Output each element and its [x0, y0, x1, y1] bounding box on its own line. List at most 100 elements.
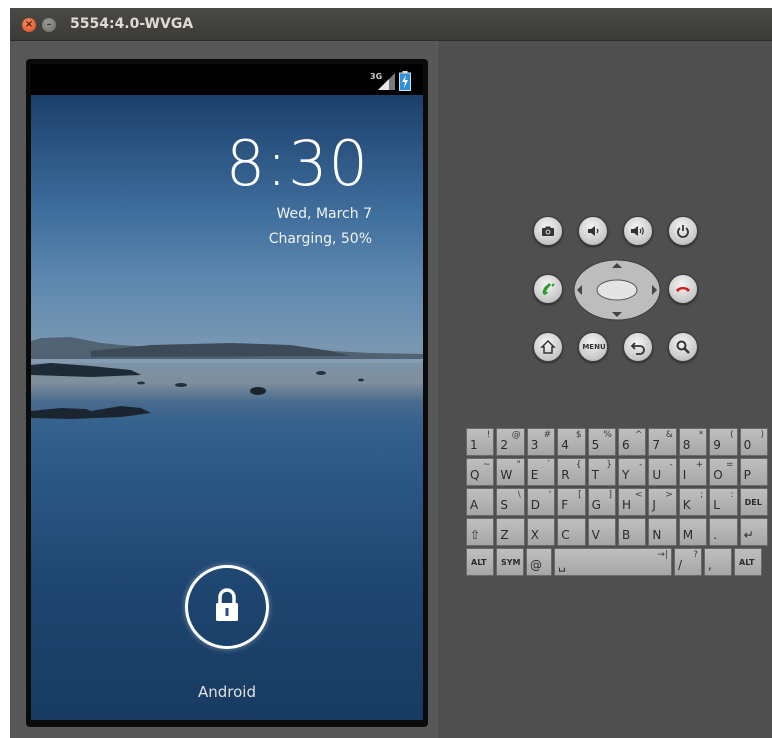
- emulator-controls-panel: MENU 1! 2 @3 #4 $5% 6 ^ 7 & 8 * 9(0) Q ~ W " E ` R{T} Y - U -…: [437, 41, 772, 738]
- key-row1-2[interactable]: 3 #: [526, 428, 556, 456]
- call-button[interactable]: [533, 274, 563, 304]
- key-alt-label: ): [760, 430, 764, 440]
- window-title: 5554:4.0-WVGA: [70, 16, 194, 32]
- back-button[interactable]: [623, 332, 653, 362]
- key-row4-2[interactable]: X: [526, 518, 556, 546]
- key-row4-9[interactable]: ↵: [739, 518, 768, 546]
- key-alt-label: @: [511, 430, 521, 440]
- key-row5-1[interactable]: SYM: [496, 548, 524, 576]
- lock-icon: [216, 588, 238, 621]
- key-label: 2: [500, 438, 509, 452]
- key-row1-7[interactable]: 8 *: [678, 428, 708, 456]
- key-row4-8[interactable]: .: [709, 518, 738, 546]
- key-row4-4[interactable]: V: [587, 518, 616, 546]
- key-row3-6[interactable]: J >: [648, 488, 677, 516]
- key-row4-1[interactable]: Z: [496, 518, 525, 546]
- home-button[interactable]: [533, 332, 563, 362]
- key-label: J: [652, 498, 656, 512]
- key-row2-8[interactable]: O =: [709, 458, 738, 486]
- key-row3-0[interactable]: A: [466, 488, 495, 516]
- key-label: I: [682, 468, 687, 482]
- power-button[interactable]: [668, 216, 698, 246]
- key-label: 1: [470, 438, 478, 452]
- key-row1-1[interactable]: 2 @: [496, 428, 525, 456]
- key-label: Y: [622, 468, 630, 482]
- key-row3-2[interactable]: D ': [526, 488, 556, 516]
- key-row4-7[interactable]: M: [678, 518, 708, 546]
- key-row2-0[interactable]: Q ~: [466, 458, 495, 486]
- key-label: D: [530, 498, 541, 512]
- unlock-handle[interactable]: [185, 565, 269, 649]
- volume-down-button[interactable]: [578, 216, 608, 246]
- key-label: /: [678, 558, 683, 572]
- key-row3-9[interactable]: DEL: [739, 488, 768, 516]
- key-row3-7[interactable]: K;: [678, 488, 708, 516]
- key-row1-3[interactable]: 4 $: [557, 428, 586, 456]
- key-alt-label: $: [575, 430, 582, 440]
- key-row3-5[interactable]: H <: [618, 488, 647, 516]
- key-row2-7[interactable]: I +: [678, 458, 708, 486]
- key-label: ALT: [739, 558, 755, 567]
- key-alt-label: {: [575, 460, 582, 470]
- key-label: B: [622, 528, 631, 542]
- key-row4-5[interactable]: B: [618, 518, 647, 546]
- lock-clock: 8:30: [225, 127, 369, 200]
- key-row3-3[interactable]: F[: [557, 488, 586, 516]
- key-alt-label: (: [730, 430, 734, 440]
- key-row4-3[interactable]: C: [557, 518, 586, 546]
- key-row3-4[interactable]: G]: [587, 488, 616, 516]
- key-row5-6[interactable]: ALT: [734, 548, 762, 576]
- close-window-button[interactable]: ×: [22, 18, 36, 32]
- key-row2-9[interactable]: P: [739, 458, 768, 486]
- lock-screen[interactable]: 8:30 Wed, March 7 Charging, 50% Android: [31, 95, 423, 720]
- volume-down-icon: [588, 226, 599, 236]
- key-row3-8[interactable]: L:: [709, 488, 738, 516]
- charging-status: Charging, 50%: [268, 231, 372, 247]
- key-label: O: [713, 468, 723, 482]
- key-row2-3[interactable]: R{: [557, 458, 586, 486]
- key-label: S: [500, 498, 509, 512]
- menu-button[interactable]: MENU: [578, 332, 608, 362]
- key-alt-label: -: [639, 460, 643, 470]
- camera-button[interactable]: [533, 216, 563, 246]
- key-label: E: [530, 468, 539, 482]
- key-alt-label: <: [634, 490, 643, 500]
- key-row1-0[interactable]: 1!: [466, 428, 495, 456]
- key-label: ⇧: [470, 528, 481, 542]
- wallpaper-landscape: [31, 337, 423, 419]
- search-button[interactable]: [668, 332, 698, 362]
- key-label: 3: [530, 438, 539, 452]
- back-icon: [630, 342, 645, 355]
- key-row4-0[interactable]: ⇧: [466, 518, 495, 546]
- end-call-button[interactable]: [668, 274, 698, 304]
- key-row5-3[interactable]: ␣ →|: [554, 548, 672, 576]
- key-alt-label: `: [546, 460, 552, 470]
- key-row3-1[interactable]: S \: [496, 488, 525, 516]
- key-row4-6[interactable]: N: [648, 518, 677, 546]
- key-row5-0[interactable]: ALT: [466, 548, 494, 576]
- key-row2-6[interactable]: U-: [648, 458, 677, 486]
- status-bar[interactable]: 3G: [31, 64, 423, 95]
- minimize-window-button[interactable]: –: [42, 18, 56, 32]
- key-row2-5[interactable]: Y-: [618, 458, 647, 486]
- key-alt-label: +: [695, 460, 704, 470]
- key-row1-6[interactable]: 7 &: [648, 428, 677, 456]
- key-row2-2[interactable]: E `: [526, 458, 556, 486]
- key-label: K: [682, 498, 691, 512]
- battery-charging-icon: [399, 71, 411, 91]
- phone-frame: 3G 8:30 Wed, March 7 Charging, 50% Andro…: [10, 41, 437, 738]
- volume-up-button[interactable]: [623, 216, 653, 246]
- key-alt-label: ;: [700, 490, 704, 500]
- key-row5-2[interactable]: @: [526, 548, 552, 576]
- key-row2-1[interactable]: W ": [496, 458, 525, 486]
- key-row5-4[interactable]: /?: [674, 548, 702, 576]
- key-row5-5[interactable]: ,: [704, 548, 732, 576]
- dpad[interactable]: [573, 259, 661, 321]
- key-row2-4[interactable]: T}: [587, 458, 616, 486]
- key-row1-4[interactable]: 5%: [587, 428, 616, 456]
- key-row1-5[interactable]: 6 ^: [618, 428, 647, 456]
- key-row1-8[interactable]: 9(: [709, 428, 738, 456]
- key-row1-9[interactable]: 0): [739, 428, 768, 456]
- title-bar[interactable]: × – 5554:4.0-WVGA: [10, 8, 772, 41]
- search-icon: [676, 340, 690, 354]
